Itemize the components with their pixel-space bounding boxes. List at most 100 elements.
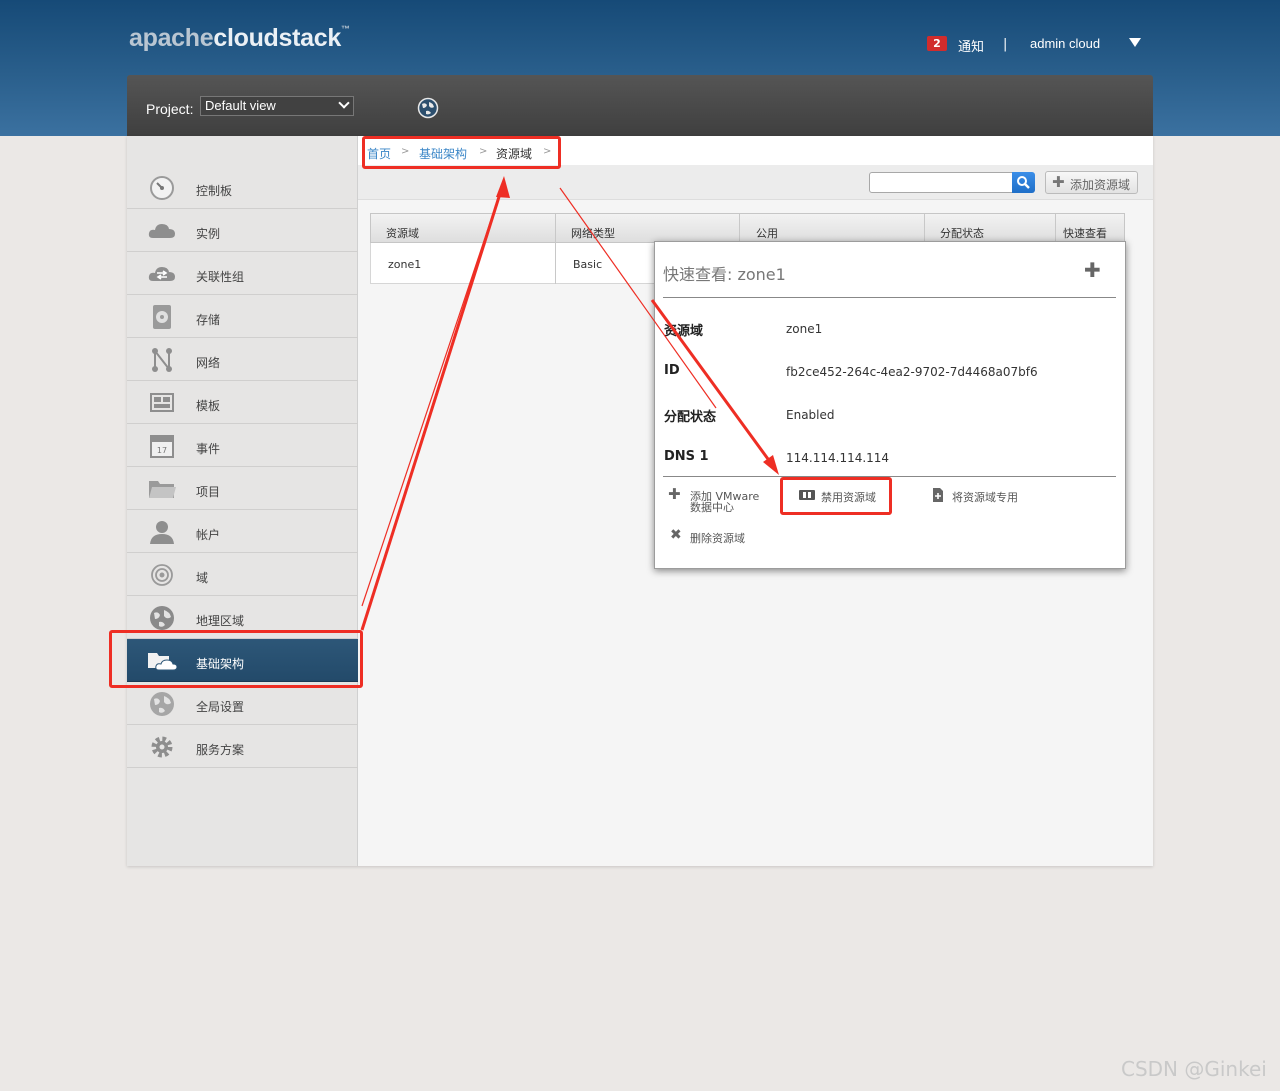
action-label: 禁用资源域 xyxy=(821,491,876,504)
user-icon xyxy=(150,521,174,544)
search-icon xyxy=(1017,176,1030,189)
cell-network-type: Basic xyxy=(573,258,603,271)
apache-cloudstack-logo[interactable]: apachecloudstack™ xyxy=(129,24,350,53)
sidebar-item-storage[interactable]: 存储 xyxy=(127,295,358,338)
sidebar-item-instances[interactable]: 实例 xyxy=(127,209,358,252)
sidebar-item-label: 项目 xyxy=(196,485,221,499)
cloud-icon xyxy=(148,224,175,238)
field-label-dns1: DNS 1 xyxy=(664,449,709,464)
quickview-title: 快速查看: zone1 xyxy=(663,265,786,284)
sidebar-item-label: 模板 xyxy=(196,399,221,413)
chevron-down-icon xyxy=(338,97,350,109)
domain-icon xyxy=(151,564,173,586)
sidebar-item-infrastructure[interactable]: 基础架构 xyxy=(127,639,358,682)
user-menu-name[interactable]: admin cloud xyxy=(1030,36,1100,51)
user-menu-caret-icon[interactable] xyxy=(1129,38,1141,47)
sidebar-item-label: 关联性组 xyxy=(196,270,245,284)
sidebar-item-label: 网络 xyxy=(196,356,221,370)
disable-zone-button[interactable]: 禁用资源域 xyxy=(799,489,899,505)
plus-icon: ✚ xyxy=(1052,173,1065,191)
infrastructure-icon xyxy=(148,653,177,671)
breadcrumb-separator: > xyxy=(543,146,552,157)
dedicate-zone-button[interactable]: 将资源域专用 xyxy=(931,488,1041,504)
network-icon xyxy=(152,348,172,372)
sidebar-item-label: 地理区域 xyxy=(196,614,245,628)
globe-icon[interactable] xyxy=(417,97,439,119)
field-label-allocation-state: 分配状态 xyxy=(664,410,717,425)
search-button[interactable] xyxy=(1012,172,1035,193)
sidebar-item-label: 基础架构 xyxy=(196,657,245,671)
column-header-zone[interactable]: 资源域 xyxy=(386,225,419,241)
table-header: 资源域 网络类型 公用 分配状态 快速查看 xyxy=(370,213,1125,243)
column-header-network-type[interactable]: 网络类型 xyxy=(571,225,615,241)
column-divider xyxy=(555,214,556,243)
list-toolbar: ✚ 添加资源域 xyxy=(358,165,1153,200)
sidebar-item-regions[interactable]: 地理区域 xyxy=(127,596,358,639)
header-separator: | xyxy=(1003,37,1008,52)
field-value-allocation-state: Enabled xyxy=(786,408,835,422)
column-header-public[interactable]: 公用 xyxy=(756,225,778,241)
sidebar-item-label: 域 xyxy=(196,571,209,585)
field-value-dns1: 114.114.114.114 xyxy=(786,451,890,465)
sidebar-item-global-settings[interactable]: 全局设置 xyxy=(127,682,358,725)
field-value-zone: zone1 xyxy=(786,322,823,336)
action-label: 删除资源域 xyxy=(690,532,745,545)
column-header-allocation-state[interactable]: 分配状态 xyxy=(940,225,984,241)
divider xyxy=(663,476,1116,477)
add-zone-label: 添加资源域 xyxy=(1070,178,1131,192)
add-zone-button[interactable]: ✚ 添加资源域 xyxy=(1045,171,1138,194)
globe-icon xyxy=(150,606,174,630)
delete-x-icon: ✖ xyxy=(670,527,682,543)
breadcrumb-zones[interactable]: 资源域 xyxy=(496,145,532,162)
breadcrumb-separator: > xyxy=(401,146,410,157)
folder-icon xyxy=(149,481,176,498)
sidebar-item-label: 全局设置 xyxy=(196,700,245,714)
project-label: Project: xyxy=(146,101,194,117)
action-label: 将资源域专用 xyxy=(952,491,1018,504)
dashboard-icon xyxy=(150,176,174,200)
field-label-id: ID xyxy=(664,363,680,378)
template-icon xyxy=(150,393,174,412)
project-bar: Project: Default view xyxy=(127,75,1153,136)
expand-plus-icon[interactable]: ✚ xyxy=(1084,258,1101,282)
project-select[interactable]: Default view xyxy=(200,96,354,116)
search-input[interactable] xyxy=(869,172,1013,193)
sidebar: 控制板 实例 关联性组 存储 网络 模板 17 事件 项目 帐户 域 地理区域 … xyxy=(127,136,358,866)
divider xyxy=(663,297,1116,298)
cell-zone-name[interactable]: zone1 xyxy=(388,258,421,271)
breadcrumb-infrastructure[interactable]: 基础架构 xyxy=(419,145,467,162)
global-settings-icon xyxy=(150,692,174,716)
sidebar-item-templates[interactable]: 模板 xyxy=(127,381,358,424)
quickview-popup: 快速查看: zone1 ✚ 资源域 zone1 ID fb2ce452-264c… xyxy=(654,241,1126,569)
sidebar-item-label: 实例 xyxy=(196,227,221,241)
sidebar-item-service-offerings[interactable]: 服务方案 xyxy=(127,725,358,768)
notifications-link[interactable]: 通知 xyxy=(958,36,984,55)
plus-icon: ✚ xyxy=(668,485,681,503)
action-label: 添加 VMware 数据中心 xyxy=(690,490,760,514)
project-select-value: Default view xyxy=(205,98,276,113)
dedicate-document-icon xyxy=(933,488,943,502)
disk-icon xyxy=(153,305,171,329)
sidebar-item-label: 控制板 xyxy=(196,184,233,198)
column-divider xyxy=(555,243,556,284)
delete-zone-button[interactable]: ✖ 删除资源域 xyxy=(670,527,770,545)
notification-count-badge[interactable]: 2 xyxy=(927,36,947,51)
gear-icon xyxy=(151,736,173,758)
sidebar-item-label: 事件 xyxy=(196,442,221,456)
disable-toggle-icon xyxy=(799,490,815,500)
svg-text:17: 17 xyxy=(157,446,167,455)
sidebar-item-affinity-groups[interactable]: 关联性组 xyxy=(127,252,358,295)
column-divider xyxy=(739,214,740,243)
breadcrumb-home[interactable]: 首页 xyxy=(367,145,391,162)
sidebar-item-dashboard[interactable]: 控制板 xyxy=(127,166,358,209)
sidebar-item-projects[interactable]: 项目 xyxy=(127,467,358,510)
sidebar-item-events[interactable]: 17 事件 xyxy=(127,424,358,467)
add-vmware-datacenter-button[interactable]: ✚ 添加 VMware 数据中心 xyxy=(668,485,778,516)
field-label-zone: 资源域 xyxy=(664,324,704,339)
sidebar-item-network[interactable]: 网络 xyxy=(127,338,358,381)
calendar-icon: 17 xyxy=(150,435,174,458)
sidebar-item-label: 服务方案 xyxy=(196,743,245,757)
sidebar-item-accounts[interactable]: 帐户 xyxy=(127,510,358,553)
breadcrumb-separator: > xyxy=(479,146,488,157)
sidebar-item-domains[interactable]: 域 xyxy=(127,553,358,596)
